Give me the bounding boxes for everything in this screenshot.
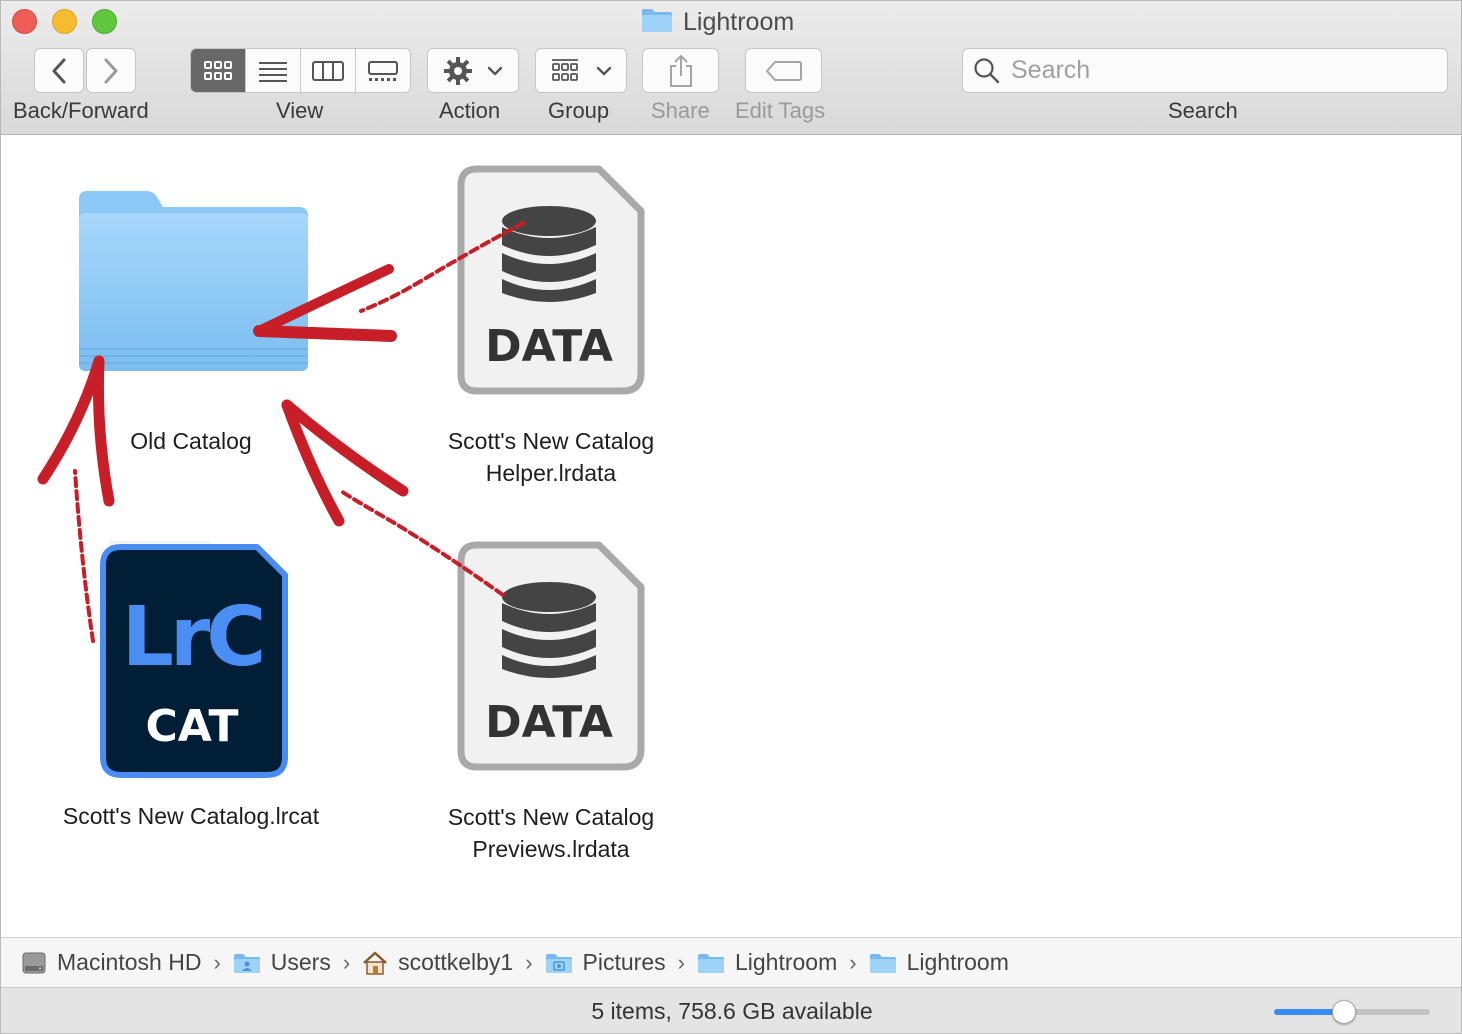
chevron-left-icon [52,58,66,83]
file-name-line-2: Helper.lrdata [485,460,617,486]
status-bar: 5 items, 758.6 GB available [1,987,1461,1033]
search-label: Search [1168,98,1238,123]
pictures-folder-icon [545,953,572,973]
path-item-label: Pictures [582,949,666,975]
back-button[interactable] [34,48,84,93]
grid-icon [204,60,232,80]
group-icon [552,58,578,81]
path-item-lightroom-current[interactable]: Lightroom [869,949,1009,976]
group-button[interactable] [535,48,627,93]
path-item-home[interactable]: scottkelby1 [362,949,513,976]
minimize-button[interactable] [52,9,77,34]
path-item-label: Lightroom [734,949,838,975]
column-view-button[interactable] [301,49,356,92]
action-label: Action [439,98,501,123]
file-item-lrcat[interactable]: LrC CAT Scott's New Catalog.lrcat [21,535,361,845]
group-label: Group [548,98,610,123]
folder-icon [697,953,724,973]
file-item-helper-lrdata[interactable]: DATA Scott's New Catalog Helper.lrdata [381,163,721,493]
search-icon [974,57,1000,83]
chevron-right-icon: › [525,949,533,975]
forward-button[interactable] [86,48,136,93]
tag-icon [765,60,802,81]
database-document-icon: DATA [457,541,645,771]
icon-view-button[interactable] [191,49,246,92]
chevron-right-icon: › [342,949,351,975]
share-button[interactable] [642,48,719,93]
chevron-down-icon [487,66,503,75]
back-forward-label: Back/Forward [13,98,149,123]
search-field[interactable] [962,48,1448,93]
finder-window: Lightroom Back/Forward View Action Group… [0,0,1462,1034]
folder-icon [869,953,896,973]
view-label: View [276,98,324,123]
path-item-label: Lightroom [906,949,1009,975]
list-icon [259,61,287,82]
chevron-right-icon: › [213,949,221,975]
path-item-lightroom[interactable]: Lightroom [697,949,837,976]
icon-text-bottom: CAT [146,701,239,752]
gallery-icon [368,60,398,81]
list-view-button[interactable] [246,49,301,92]
share-icon [669,54,692,87]
path-item-users[interactable]: Users [233,949,331,976]
path-bar: Macintosh HD › Users › scottkelby1 › Pic… [1,937,1461,987]
path-item-label: scottkelby1 [398,949,514,975]
chevron-down-icon [596,66,612,75]
window-title-text: Lightroom [683,7,795,36]
chevron-right-icon [104,58,118,83]
file-name: Old Catalog [130,428,252,454]
file-item-old-catalog[interactable]: Old Catalog [21,175,361,475]
file-name: Scott's New Catalog Helper.lrdata [381,425,721,489]
search-input[interactable] [1011,56,1431,85]
icon-size-slider[interactable] [1274,1000,1430,1024]
chevron-right-icon: › [677,949,685,975]
path-item-macintosh-hd[interactable]: Macintosh HD [21,949,201,976]
slider-knob[interactable] [1332,1000,1356,1024]
chevron-right-icon: › [849,949,857,975]
window-title: Lightroom [641,6,794,38]
share-label: Share [651,98,710,123]
gear-icon [444,56,472,85]
edit-tags-label: Edit Tags [735,98,826,123]
edit-tags-button[interactable] [745,48,822,93]
file-name-line-2: Previews.lrdata [472,836,630,862]
file-name: Scott's New Catalog Previews.lrdata [381,801,721,865]
home-icon [363,951,387,975]
disk-icon [22,952,46,973]
path-item-label: Users [270,949,331,975]
icon-text-top: LrC [122,590,263,685]
file-name-line-1: Scott's New Catalog [447,428,655,454]
zoom-button[interactable] [92,9,117,34]
action-button[interactable] [427,48,519,93]
file-name-line-1: Scott's New Catalog [447,804,655,830]
database-document-icon: DATA [457,165,645,395]
toolbar: Lightroom Back/Forward View Action Group… [1,1,1461,135]
status-text: 5 items, 758.6 GB available [591,998,873,1024]
file-name: Scott's New Catalog.lrcat [62,803,320,829]
file-item-previews-lrdata[interactable]: DATA Scott's New Catalog Previews.lrdata [381,539,721,869]
users-folder-icon [233,953,260,973]
icon-text: DATA [485,697,613,748]
close-button[interactable] [12,9,37,34]
path-item-label: Macintosh HD [57,949,202,975]
file-browser: Old Catalog DATA Scott's New Catalog Hel… [1,135,1461,937]
folder-icon [79,191,308,371]
folder-icon [641,7,673,38]
view-segmented-control [190,48,411,93]
columns-icon [312,60,344,81]
gallery-view-button[interactable] [356,49,410,92]
path-item-pictures[interactable]: Pictures [545,949,666,976]
lightroom-catalog-icon: LrC CAT [100,541,288,778]
icon-text: DATA [485,321,613,372]
